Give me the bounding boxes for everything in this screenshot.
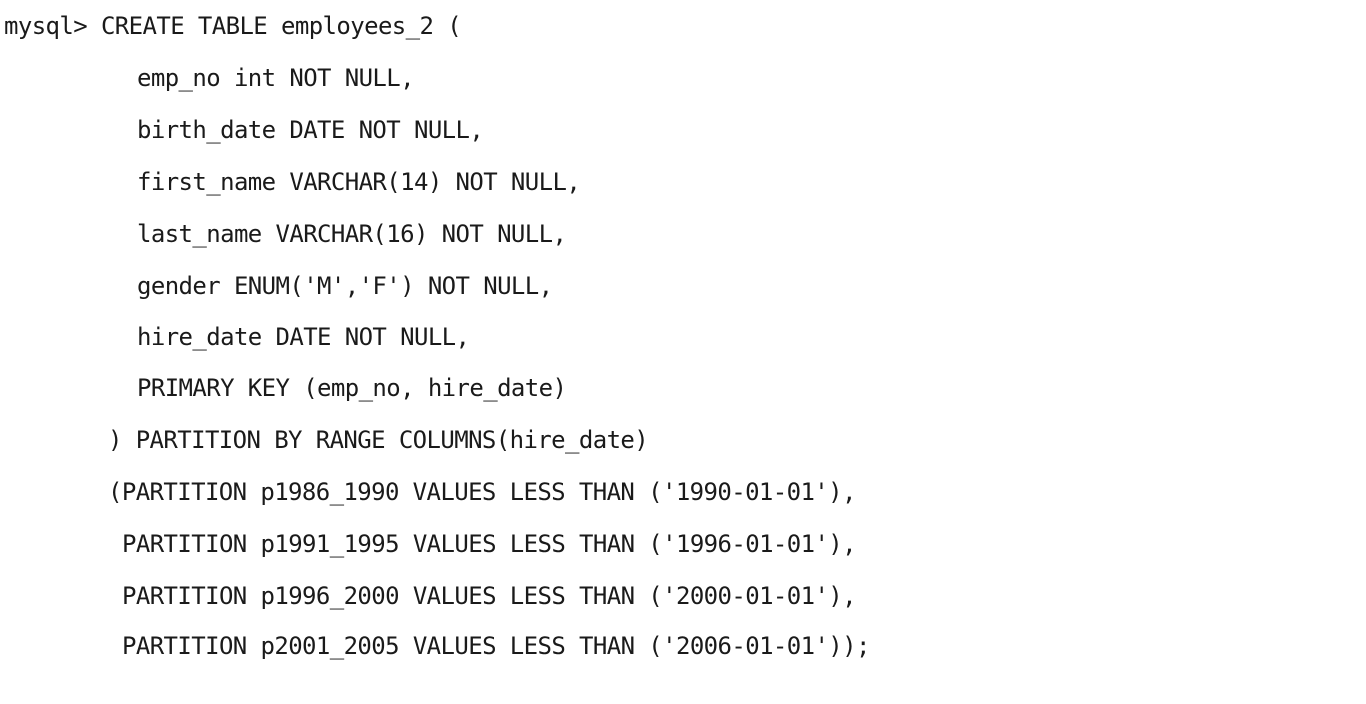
mysql-terminal[interactable]: mysql> CREATE TABLE employees_2 ( emp_no…	[0, 0, 1366, 704]
sql-partition-p2001-2005: PARTITION p2001_2005 VALUES LESS THAN ('…	[122, 632, 870, 660]
sql-column-first-name: first_name VARCHAR(14) NOT NULL,	[137, 168, 581, 196]
sql-create-table-statement: CREATE TABLE employees_2 (	[87, 12, 462, 40]
sql-partition-p1986-1990: (PARTITION p1986_1990 VALUES LESS THAN (…	[108, 478, 856, 506]
sql-column-hire-date: hire_date DATE NOT NULL,	[137, 323, 470, 351]
mysql-prompt: mysql>	[4, 12, 88, 40]
terminal-line-create-table: mysql> CREATE TABLE employees_2 (	[4, 0, 462, 52]
sql-column-gender: gender ENUM('M','F') NOT NULL,	[137, 272, 553, 300]
sql-column-emp-no: emp_no int NOT NULL,	[137, 64, 415, 92]
sql-partition-p1996-2000: PARTITION p1996_2000 VALUES LESS THAN ('…	[122, 582, 857, 610]
sql-partition-p1991-1995: PARTITION p1991_1995 VALUES LESS THAN ('…	[122, 530, 857, 558]
sql-column-last-name: last_name VARCHAR(16) NOT NULL,	[137, 220, 567, 248]
sql-column-birth-date: birth_date DATE NOT NULL,	[137, 116, 484, 144]
sql-partition-by-range: ) PARTITION BY RANGE COLUMNS(hire_date)	[108, 426, 649, 454]
sql-primary-key: PRIMARY KEY (emp_no, hire_date)	[137, 374, 567, 402]
